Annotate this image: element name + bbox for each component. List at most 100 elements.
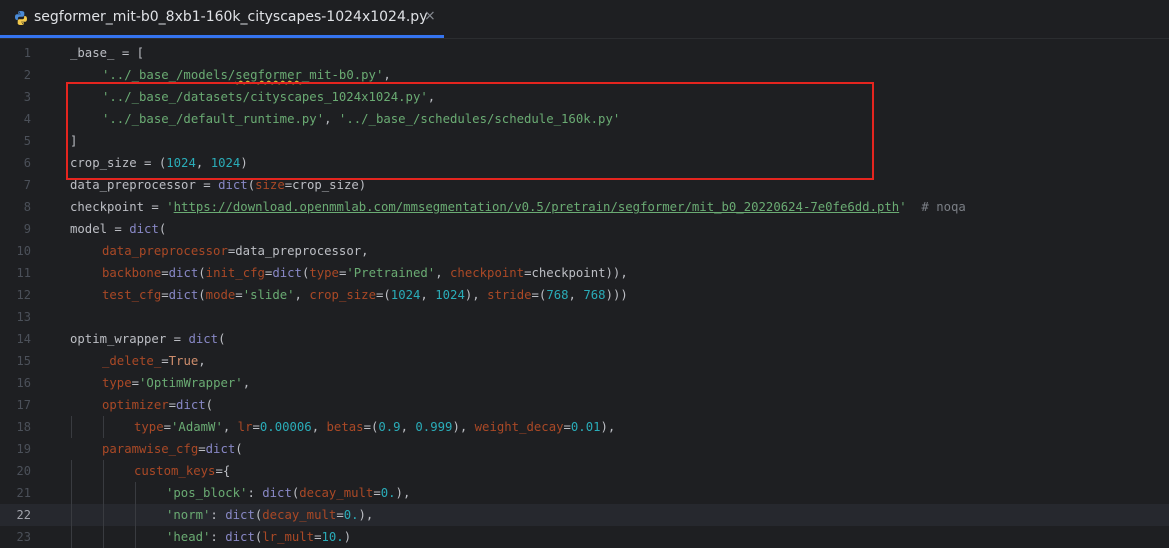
code-line[interactable]: 13 bbox=[0, 306, 1169, 328]
code-token: ) bbox=[240, 156, 248, 170]
code-token: , bbox=[420, 288, 436, 302]
indent-guide bbox=[103, 460, 104, 482]
code-token: checkpoint bbox=[450, 266, 525, 280]
code-token: 0.9 bbox=[378, 420, 401, 434]
code-token: crop_size = ( bbox=[70, 156, 167, 170]
code-token: paramwise_cfg bbox=[102, 442, 199, 456]
close-icon[interactable]: × bbox=[424, 8, 436, 24]
code-token: , bbox=[427, 90, 436, 104]
code-line[interactable]: 21 'pos_block': dict(decay_mult=0.), bbox=[0, 482, 1169, 504]
code-line[interactable]: 11 backbone=dict(init_cfg=dict(type='Pret… bbox=[0, 262, 1169, 284]
code-token: , bbox=[435, 266, 451, 280]
code-token: lr bbox=[237, 420, 253, 434]
code-line[interactable]: 12 test_cfg=dict(mode='slide', crop_size=… bbox=[0, 284, 1169, 306]
code-line[interactable]: 3 '../_base_/datasets/cityscapes_1024x102… bbox=[0, 86, 1169, 108]
code-token: ' bbox=[166, 200, 174, 214]
code-token: , bbox=[383, 68, 391, 82]
code-token: =( bbox=[531, 288, 547, 302]
code-token: 768 bbox=[546, 288, 569, 302]
code-editor[interactable]: 1 _base_ = [ 2 '../_base_/models/segformer_… bbox=[0, 39, 1169, 548]
code-token: ( bbox=[198, 266, 206, 280]
indent-guide bbox=[103, 504, 104, 526]
code-token: 'AdamW' bbox=[171, 420, 223, 434]
tab-filename: segformer_mit-b0_8xb1-160k_cityscapes-10… bbox=[34, 9, 428, 25]
code-line[interactable]: 20 custom_keys={ bbox=[0, 460, 1169, 482]
code-text: 'pos_block': dict(decay_mult=0.), bbox=[166, 482, 410, 504]
line-number: 2 bbox=[23, 68, 31, 82]
code-line[interactable]: 5] bbox=[0, 130, 1169, 152]
code-token: = bbox=[252, 420, 260, 434]
code-token: size bbox=[255, 178, 285, 192]
code-line[interactable]: 7 data_preprocessor = dict(size=crop_size… bbox=[0, 174, 1169, 196]
code-text: checkpoint = 'https://download.openmmlab… bbox=[70, 196, 966, 218]
code-line[interactable]: 22 'norm': dict(decay_mult=0.), bbox=[0, 504, 1169, 526]
code-line[interactable]: 10 data_preprocessor=data_preprocessor, bbox=[0, 240, 1169, 262]
code-line[interactable]: 14 optim_wrapper = dict( bbox=[0, 328, 1169, 350]
code-line[interactable]: 15 _delete_=True, bbox=[0, 350, 1169, 372]
code-line[interactable]: 16 type='OptimWrapper', bbox=[0, 372, 1169, 394]
line-number: 9 bbox=[23, 222, 31, 236]
code-token: 1024 bbox=[210, 156, 241, 170]
code-token: data_preprocessor = bbox=[70, 178, 219, 192]
code-token: = bbox=[336, 508, 344, 522]
code-token: , bbox=[400, 420, 416, 434]
code-token: , bbox=[294, 288, 310, 302]
code-line[interactable]: 19 paramwise_cfg=dict( bbox=[0, 438, 1169, 460]
code-token: stride bbox=[487, 288, 532, 302]
code-token: # noqa bbox=[906, 200, 966, 214]
code-token: 'pos_block' bbox=[166, 486, 248, 500]
code-token: 0.00006 bbox=[259, 420, 312, 434]
code-text: custom_keys={ bbox=[134, 460, 230, 482]
code-token: dict bbox=[129, 222, 159, 236]
code-token: data_preprocessor bbox=[102, 244, 228, 258]
code-token: , bbox=[195, 156, 211, 170]
code-text: _base_ = [ bbox=[70, 42, 144, 64]
indent-guide bbox=[135, 482, 136, 504]
code-line[interactable]: 4 '../_base_/default_runtime.py', '../_ba… bbox=[0, 108, 1169, 130]
code-line[interactable]: 18 type='AdamW', lr=0.00006, betas=(0.9, … bbox=[0, 416, 1169, 438]
code-token: 0. bbox=[343, 508, 359, 522]
code-token: crop_size bbox=[309, 288, 376, 302]
indent-guide bbox=[103, 526, 104, 548]
code-text: type='OptimWrapper', bbox=[102, 372, 250, 394]
code-text: '../_base_/default_runtime.py', '../_bas… bbox=[102, 108, 620, 130]
code-line[interactable]: 2 '../_base_/models/segformer_mit-b0.py', bbox=[0, 64, 1169, 86]
code-text: data_preprocessor=data_preprocessor, bbox=[102, 240, 369, 262]
code-token: =( bbox=[375, 288, 391, 302]
code-token: ( bbox=[247, 178, 256, 192]
code-token: _base_ bbox=[70, 46, 115, 60]
checkpoint-url-link[interactable]: https://download.openmmlab.com/mmsegment… bbox=[174, 200, 900, 214]
code-text: crop_size = (1024, 1024) bbox=[70, 152, 248, 174]
code-token: : bbox=[210, 508, 226, 522]
code-token: mode bbox=[205, 288, 236, 302]
indent-guide bbox=[135, 504, 136, 526]
line-number: 11 bbox=[16, 266, 31, 280]
code-line[interactable]: 9 model = dict( bbox=[0, 218, 1169, 240]
code-token: ( bbox=[218, 332, 226, 346]
line-number: 15 bbox=[16, 354, 31, 368]
code-token: dict bbox=[225, 508, 255, 522]
line-number: 21 bbox=[16, 486, 31, 500]
code-token: , bbox=[222, 420, 238, 434]
code-token: model = bbox=[70, 222, 130, 236]
line-number: 1 bbox=[23, 46, 31, 60]
code-token: 1024 bbox=[435, 288, 465, 302]
code-line[interactable]: 1 _base_ = [ bbox=[0, 42, 1169, 64]
line-number: 10 bbox=[16, 244, 31, 258]
code-token: ' bbox=[899, 200, 907, 214]
code-line[interactable]: 23 'head': dict(lr_mult=10.) bbox=[0, 526, 1169, 548]
code-token: = bbox=[198, 442, 206, 456]
code-token: 0.999 bbox=[415, 420, 453, 434]
code-line[interactable]: 17 optimizer=dict( bbox=[0, 394, 1169, 416]
indent-guide bbox=[71, 504, 72, 526]
file-tab[interactable]: segformer_mit-b0_8xb1-160k_cityscapes-10… bbox=[0, 0, 444, 36]
code-text: model = dict( bbox=[70, 218, 166, 240]
code-token: = [ bbox=[114, 46, 145, 60]
code-token: dict bbox=[188, 332, 219, 346]
line-number: 7 bbox=[23, 178, 31, 192]
code-line[interactable]: 8 checkpoint = 'https://download.openmmla… bbox=[0, 196, 1169, 218]
code-text: type='AdamW', lr=0.00006, betas=(0.9, 0.… bbox=[134, 416, 615, 438]
code-token: ), bbox=[600, 420, 616, 434]
code-text: '../_base_/models/segformer_mit-b0.py', bbox=[102, 64, 391, 86]
code-line[interactable]: 6 crop_size = (1024, 1024) bbox=[0, 152, 1169, 174]
